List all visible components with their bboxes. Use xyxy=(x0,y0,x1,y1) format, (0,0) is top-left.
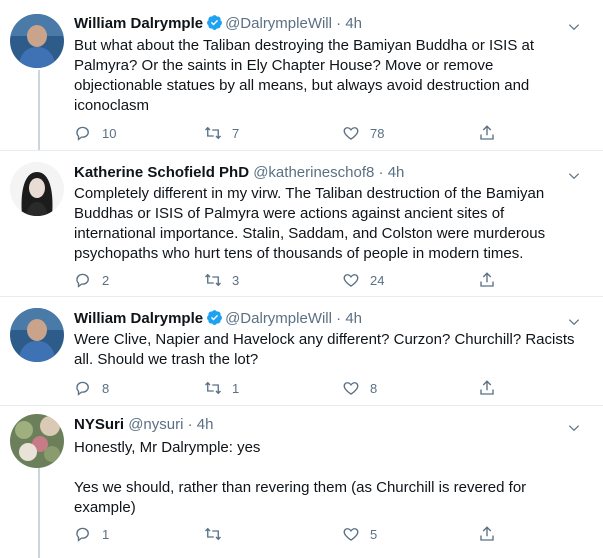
tweet-actions: 1 5 xyxy=(74,524,514,544)
tweet-header: Katherine Schofield PhD @katherineschof8… xyxy=(74,163,404,183)
tweet-text: Completely different in my virw. The Tal… xyxy=(74,185,546,262)
verified-badge-icon xyxy=(207,310,223,325)
reply-icon xyxy=(76,381,89,396)
display-name[interactable]: Katherine Schofield PhD xyxy=(74,164,249,181)
thread-connector xyxy=(38,70,40,150)
avatar[interactable] xyxy=(10,14,64,68)
reply-icon xyxy=(76,126,89,141)
chevron-down-icon[interactable] xyxy=(567,421,581,435)
chevron-down-icon[interactable] xyxy=(567,315,581,329)
display-name[interactable]: William Dalrymple xyxy=(74,310,203,327)
thread-connector xyxy=(38,466,40,558)
timestamp[interactable]: 4h xyxy=(388,164,405,181)
timestamp[interactable]: 4h xyxy=(345,15,362,32)
retweet-icon xyxy=(205,126,221,140)
handle[interactable]: @DalrympleWill xyxy=(225,310,332,327)
tweet-actions: 2 3 24 xyxy=(74,270,514,290)
tweet[interactable]: William Dalrymple @DalrympleWill · 4h Wer… xyxy=(0,297,603,405)
retweet-count: 7 xyxy=(232,125,240,141)
tweet-text: Were Clive, Napier and Havelock any diff… xyxy=(74,331,575,368)
retweet-button[interactable]: 3 xyxy=(204,270,239,290)
tweet-text-line: Honestly, Mr Dalrymple: yes xyxy=(74,439,261,456)
share-icon xyxy=(480,125,494,140)
share-button[interactable] xyxy=(478,270,496,290)
handle[interactable]: @DalrympleWill xyxy=(225,15,332,32)
tweet-actions: 8 1 8 xyxy=(74,378,514,398)
like-button[interactable]: 78 xyxy=(342,123,384,143)
tweet-header: William Dalrymple @DalrympleWill · 4h xyxy=(74,309,362,329)
like-count: 8 xyxy=(370,380,378,396)
tweet-actions: 10 7 78 xyxy=(74,123,514,143)
display-name[interactable]: William Dalrymple xyxy=(74,15,203,32)
separator-dot: · xyxy=(187,416,193,433)
heart-icon xyxy=(343,127,359,140)
tweet-text: Honestly, Mr Dalrymple: yes Yes we shoul… xyxy=(74,438,554,518)
like-count: 5 xyxy=(370,526,378,542)
heart-icon xyxy=(343,528,359,541)
heart-icon xyxy=(343,274,359,287)
avatar[interactable] xyxy=(10,414,64,468)
avatar-photo xyxy=(10,14,64,68)
avatar[interactable] xyxy=(10,308,64,362)
timestamp[interactable]: 4h xyxy=(345,310,362,327)
reply-button[interactable]: 1 xyxy=(74,524,109,544)
display-name[interactable]: NYSuri xyxy=(74,416,124,433)
reply-button[interactable]: 8 xyxy=(74,378,109,398)
timestamp[interactable]: 4h xyxy=(197,416,214,433)
tweet-header: William Dalrymple @DalrympleWill · 4h xyxy=(74,14,362,34)
retweet-count: 1 xyxy=(232,380,240,396)
avatar-photo xyxy=(10,414,64,468)
reply-count: 2 xyxy=(102,272,110,288)
separator-dot: · xyxy=(378,164,384,181)
heart-icon xyxy=(343,382,359,395)
like-button[interactable]: 5 xyxy=(342,524,377,544)
verified-badge-icon xyxy=(207,15,223,30)
like-count: 78 xyxy=(370,125,385,141)
retweet-icon xyxy=(205,381,221,395)
avatar[interactable] xyxy=(10,162,64,216)
avatar-photo xyxy=(10,308,64,362)
reply-icon xyxy=(76,527,89,542)
reply-icon xyxy=(76,273,89,288)
like-count: 24 xyxy=(370,272,385,288)
tweet-text-paragraph: Yes we should, rather than revering them… xyxy=(74,479,527,516)
reply-count: 8 xyxy=(102,380,110,396)
tweet[interactable]: William Dalrymple @DalrympleWill · 4h But… xyxy=(0,0,603,150)
retweet-button[interactable]: 1 xyxy=(204,378,239,398)
like-button[interactable]: 24 xyxy=(342,270,384,290)
like-button[interactable]: 8 xyxy=(342,378,377,398)
reply-count: 1 xyxy=(102,526,110,542)
chevron-down-icon[interactable] xyxy=(567,20,581,34)
share-icon xyxy=(480,526,494,541)
handle[interactable]: @katherineschof8 xyxy=(253,164,374,181)
retweet-icon xyxy=(205,273,221,287)
share-button[interactable] xyxy=(478,378,496,398)
tweet-header: NYSuri @nysuri · 4h xyxy=(74,415,213,435)
retweet-button[interactable] xyxy=(204,524,232,544)
reply-button[interactable]: 2 xyxy=(74,270,109,290)
retweet-icon xyxy=(205,527,221,541)
tweet[interactable]: NYSuri @nysuri · 4h Honestly, Mr Dalrymp… xyxy=(0,406,603,558)
handle[interactable]: @nysuri xyxy=(128,416,183,433)
separator-dot: · xyxy=(336,310,342,327)
share-button[interactable] xyxy=(478,123,496,143)
retweet-button[interactable]: 7 xyxy=(204,123,239,143)
retweet-count: 3 xyxy=(232,272,240,288)
separator-dot: · xyxy=(336,15,342,32)
reply-count: 10 xyxy=(102,125,117,141)
reply-button[interactable]: 10 xyxy=(74,123,116,143)
share-button[interactable] xyxy=(478,524,496,544)
avatar-photo xyxy=(10,162,64,216)
share-icon xyxy=(480,380,494,395)
chevron-down-icon[interactable] xyxy=(567,169,581,183)
tweet[interactable]: Katherine Schofield PhD @katherineschof8… xyxy=(0,151,603,296)
tweet-text: But what about the Taliban destroying th… xyxy=(74,37,535,114)
share-icon xyxy=(480,272,494,287)
